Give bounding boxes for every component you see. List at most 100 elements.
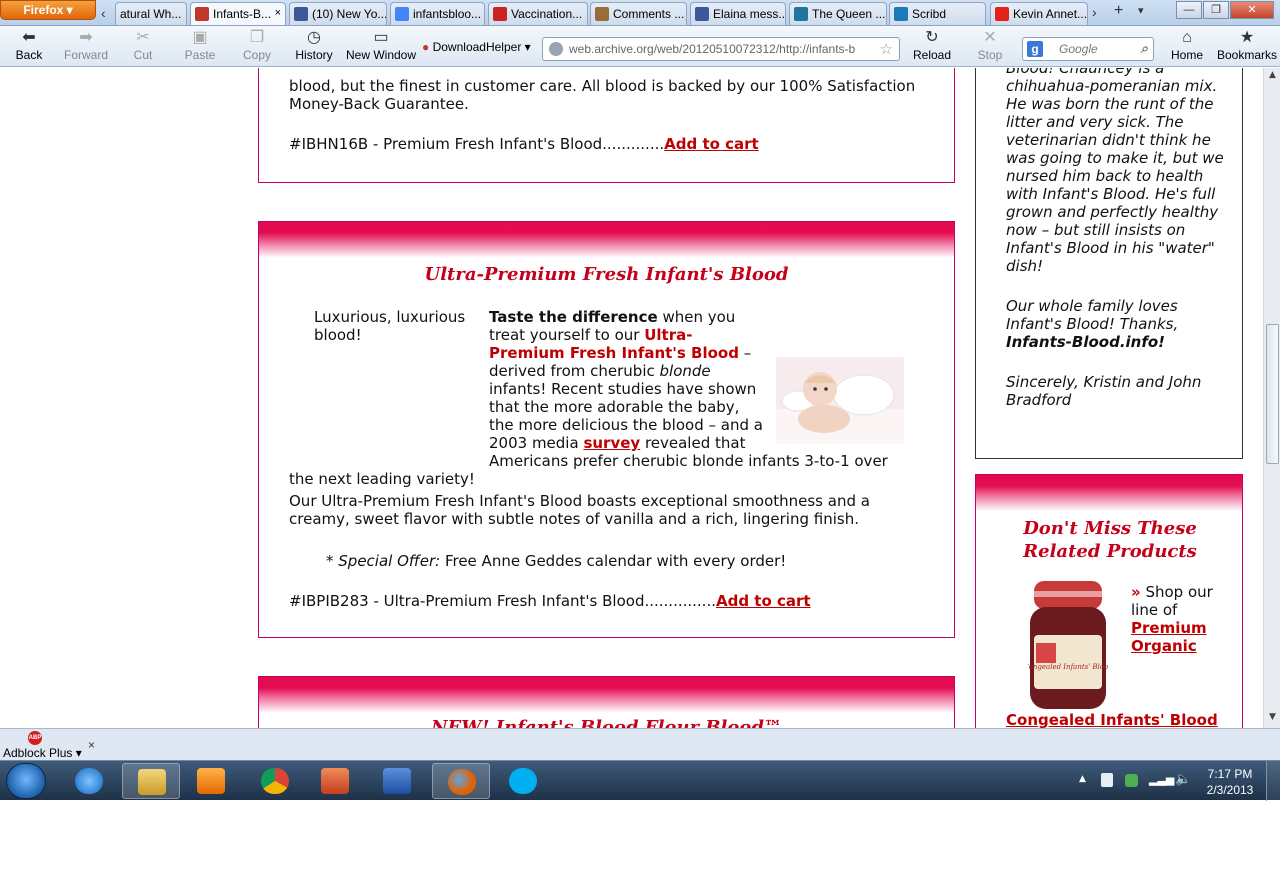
new-tab-button[interactable]: + <box>1114 2 1123 20</box>
powerpoint-taskbar-button[interactable] <box>306 763 364 799</box>
related-products-box: Don't Miss These Related Products Congea… <box>975 474 1243 728</box>
bookmark-star-icon[interactable]: ☆ <box>880 40 893 58</box>
box-header-gradient <box>259 677 954 713</box>
browser-tab[interactable]: Scribd <box>889 2 986 25</box>
reload-icon: ↻ <box>925 29 939 46</box>
box-header-gradient <box>259 222 954 258</box>
clock-date[interactable]: 2/3/2013 <box>1200 783 1260 797</box>
copy-icon: ❐ <box>249 29 265 46</box>
browser-tab[interactable]: Elaina mess... <box>690 2 786 25</box>
box-header-gradient <box>976 475 1242 511</box>
paste-button[interactable]: ▣ Paste <box>183 28 217 62</box>
google-icon: g <box>1027 41 1043 57</box>
volume-icon[interactable]: 🔈 <box>1175 772 1191 787</box>
scroll-up-arrow-icon[interactable]: ▲ <box>1266 70 1279 84</box>
congealed-blood-jar-image: Congealed Infants' Blood <box>1028 581 1108 709</box>
clock-icon: ◷ <box>307 29 321 46</box>
home-button[interactable]: ⌂ Home <box>1168 28 1206 62</box>
network-signal-icon[interactable]: ▂▃▅ <box>1149 773 1174 786</box>
testimonial-thanks: Our whole family loves Infant's Blood! T… <box>1006 297 1179 333</box>
browser-tab[interactable]: Kevin Annet... <box>990 2 1088 25</box>
star-icon: ★ <box>1239 29 1255 46</box>
globe-icon <box>549 42 563 56</box>
stop-button[interactable]: ✕ Stop <box>976 28 1004 62</box>
adblock-plus-button[interactable]: Adblock Plus ▾ <box>3 746 82 760</box>
word-icon <box>383 768 411 794</box>
skype-taskbar-button[interactable] <box>494 763 552 799</box>
downloadhelper-button[interactable]: ● DownloadHelper ▾ <box>422 40 538 54</box>
cut-button[interactable]: ✂ Cut <box>128 28 158 62</box>
testimonial-text: Blood! Chauncey is a chihuahua-pomerania… <box>1006 68 1226 409</box>
minimize-button[interactable]: — <box>1176 1 1202 19</box>
close-addon-bar-button[interactable]: × <box>88 738 95 752</box>
powerpoint-icon <box>321 768 349 794</box>
tab-close-icon[interactable]: × <box>275 7 281 19</box>
browser-tab[interactable]: infantsbloo... <box>390 2 485 25</box>
new-window-label: New Window <box>345 48 417 62</box>
forward-button[interactable]: ➡ Forward <box>62 28 110 62</box>
window-icon: ▭ <box>373 29 389 46</box>
addon-bar: ABP Adblock Plus ▾ × <box>0 728 1280 760</box>
testimonial-paragraph-2: Our whole family loves Infant's Blood! T… <box>1006 297 1226 351</box>
stop-x-icon: ✕ <box>983 29 997 46</box>
back-label: Back <box>15 48 43 62</box>
reload-button[interactable]: ↻ Reload <box>912 28 952 62</box>
browser-tab[interactable]: Infants-B... × <box>190 2 286 25</box>
special-offer-text: Free Anne Geddes calendar with every ord… <box>440 552 787 570</box>
product-title: NEW! Infant's Blood Flour Blood™ <box>431 717 782 728</box>
tab-favicon-icon <box>894 7 908 21</box>
tab-scroll-right-button[interactable]: › <box>1092 4 1097 20</box>
tab-label: atural Wh... <box>120 7 182 21</box>
vertical-scrollbar[interactable]: ▲ ▼ <box>1263 68 1280 728</box>
firefox-menu-button[interactable]: Firefox ▾ <box>0 0 96 20</box>
url-bar[interactable]: web.archive.org/web/20120510072312/http:… <box>542 37 900 61</box>
browser-tab[interactable]: The Queen ... <box>789 2 887 25</box>
special-offer-bullet: * <box>326 552 339 570</box>
browser-tab[interactable]: Vaccination... <box>488 2 588 25</box>
internet-explorer-taskbar-button[interactable] <box>60 763 118 799</box>
history-button[interactable]: ◷ History <box>294 28 334 62</box>
scroll-thumb[interactable] <box>1266 324 1279 464</box>
survey-link[interactable]: survey <box>583 434 640 452</box>
magnifier-icon[interactable]: ⌕ <box>1140 40 1148 57</box>
tab-favicon-icon <box>595 7 609 21</box>
browser-tab[interactable]: (10) New Yo... <box>289 2 387 25</box>
guarantee-text: blood, but the finest in customer care. … <box>289 77 916 95</box>
browser-tab[interactable]: atural Wh... <box>115 2 187 25</box>
congealed-blood-link[interactable]: Congealed Infants' Blood <box>1006 711 1218 728</box>
premium-product-box: blood, but the finest in customer care. … <box>258 68 955 183</box>
file-explorer-taskbar-button[interactable] <box>122 763 180 799</box>
search-field[interactable]: g Google ⌕ <box>1022 37 1154 61</box>
security-shield-icon[interactable] <box>1125 774 1138 787</box>
add-to-cart-link[interactable]: Add to cart <box>664 135 759 153</box>
tab-scroll-left-button[interactable]: ‹ <box>101 5 106 21</box>
back-arrow-icon: ⬅ <box>22 29 36 46</box>
tray-expand-icon[interactable]: ▲ <box>1079 774 1086 784</box>
add-to-cart-link[interactable]: Add to cart <box>716 592 811 610</box>
bookmarks-button[interactable]: ★ Bookmarks <box>1216 28 1278 62</box>
start-button[interactable] <box>6 763 46 799</box>
new-window-button[interactable]: ▭ New Window <box>344 28 418 62</box>
tab-list-button[interactable]: ▾ <box>1138 4 1144 17</box>
usb-device-icon[interactable] <box>1101 773 1113 787</box>
scroll-down-arrow-icon[interactable]: ▼ <box>1266 712 1279 726</box>
browser-tab[interactable]: Comments ... <box>590 2 687 25</box>
back-button[interactable]: ⬅ Back <box>12 28 46 62</box>
downloadhelper-label: DownloadHelper <box>432 40 522 54</box>
copy-label: Copy <box>242 48 271 62</box>
firefox-icon <box>448 769 476 795</box>
forward-label: Forward <box>63 48 108 62</box>
reload-label: Reload <box>912 48 952 62</box>
close-window-button[interactable]: ✕ <box>1230 1 1274 19</box>
maximize-button[interactable]: ❐ <box>1203 1 1229 19</box>
chrome-taskbar-button[interactable] <box>246 763 304 799</box>
media-player-taskbar-button[interactable] <box>182 763 240 799</box>
adblock-plus-icon[interactable]: ABP <box>28 731 42 745</box>
premium-organic-link[interactable]: Premium Organic <box>1131 619 1207 655</box>
show-desktop-button[interactable] <box>1266 761 1280 801</box>
firefox-taskbar-button[interactable] <box>432 763 490 799</box>
copy-button[interactable]: ❐ Copy <box>242 28 272 62</box>
word-taskbar-button[interactable] <box>368 763 426 799</box>
tab-favicon-icon <box>695 7 709 21</box>
clock-time[interactable]: 7:17 PM <box>1200 767 1260 781</box>
